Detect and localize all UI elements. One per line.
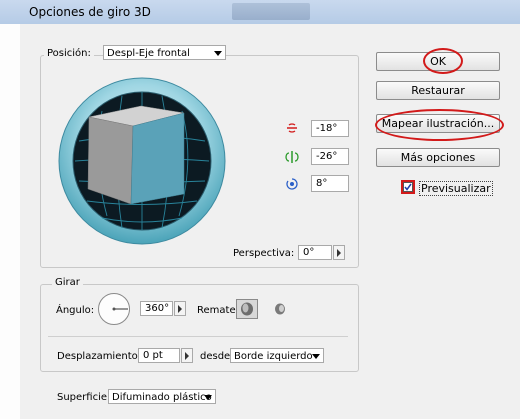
offset-stepper[interactable] bbox=[181, 348, 193, 363]
position-dropdown[interactable]: Despl-Eje frontal bbox=[103, 45, 226, 60]
perspective-value: 0° bbox=[303, 247, 315, 258]
rotate-z-icon bbox=[286, 178, 298, 190]
revolve-divider bbox=[48, 336, 348, 337]
cap-on-button[interactable] bbox=[236, 299, 258, 319]
preview-label[interactable]: Previsualizar bbox=[419, 181, 493, 196]
cap-label: Remate: bbox=[197, 305, 239, 316]
track-cube-widget[interactable] bbox=[57, 76, 227, 246]
title-bar: Opciones de giro 3D bbox=[0, 0, 520, 25]
angle-dial[interactable] bbox=[97, 292, 131, 326]
background-window-blur bbox=[232, 3, 310, 20]
more-options-label: Más opciones bbox=[400, 151, 476, 164]
rotate-z-value: 8° bbox=[316, 178, 328, 189]
offset-label: Desplazamiento: bbox=[57, 351, 142, 362]
rotate-y-icon bbox=[285, 151, 299, 163]
checkmark-icon bbox=[404, 183, 412, 191]
revolve-title: Girar bbox=[52, 277, 83, 288]
offset-field[interactable]: 0 pt bbox=[138, 348, 180, 363]
rotate-x-icon bbox=[287, 123, 297, 133]
more-options-button[interactable]: Más opciones bbox=[376, 148, 500, 167]
from-label: desde bbox=[200, 351, 231, 362]
preview-checkbox[interactable] bbox=[403, 182, 413, 192]
cube-front-face bbox=[130, 112, 185, 205]
chevron-down-icon bbox=[214, 51, 222, 56]
surface-label: Superficie: bbox=[57, 392, 111, 403]
chevron-down-icon bbox=[312, 354, 320, 359]
reset-label: Restaurar bbox=[411, 84, 465, 97]
window-title: Opciones de giro 3D bbox=[29, 5, 151, 19]
cap-on-icon bbox=[241, 302, 253, 316]
rotate-z-field[interactable]: 8° bbox=[311, 175, 349, 192]
surface-dropdown[interactable]: Difuminado plástico bbox=[108, 389, 216, 404]
rotate-y-field[interactable]: -26° bbox=[311, 148, 349, 165]
position-value: Despl-Eje frontal bbox=[107, 48, 190, 59]
rotate-x-value: -18° bbox=[316, 123, 338, 134]
cap-off-icon[interactable] bbox=[272, 301, 288, 317]
left-edge bbox=[0, 24, 20, 419]
position-label-text: Posición bbox=[47, 48, 88, 59]
cube-left-face bbox=[87, 116, 134, 205]
angle-field[interactable]: 360° bbox=[140, 301, 173, 316]
perspective-stepper[interactable] bbox=[333, 245, 345, 260]
reset-button[interactable]: Restaurar bbox=[376, 81, 500, 100]
map-art-highlight bbox=[375, 109, 504, 141]
from-value: Borde izquierdo bbox=[234, 351, 313, 362]
rotate-3d-dialog: Opciones de giro 3D Posición: Despl-Eje … bbox=[0, 0, 520, 419]
chevron-down-icon bbox=[204, 395, 212, 400]
angle-stepper[interactable] bbox=[174, 301, 186, 316]
from-dropdown[interactable]: Borde izquierdo bbox=[230, 348, 324, 363]
perspective-field[interactable]: 0° bbox=[298, 245, 332, 260]
angle-label: Ángulo: bbox=[56, 305, 95, 316]
position-label: Posición: bbox=[44, 48, 94, 59]
angle-value: 360° bbox=[145, 303, 170, 314]
offset-value: 0 pt bbox=[143, 350, 163, 361]
perspective-label: Perspectiva: bbox=[233, 248, 295, 259]
rotate-x-field[interactable]: -18° bbox=[311, 120, 349, 137]
surface-value: Difuminado plástico bbox=[112, 392, 212, 403]
rotate-y-value: -26° bbox=[316, 151, 338, 162]
ok-highlight bbox=[423, 48, 463, 74]
